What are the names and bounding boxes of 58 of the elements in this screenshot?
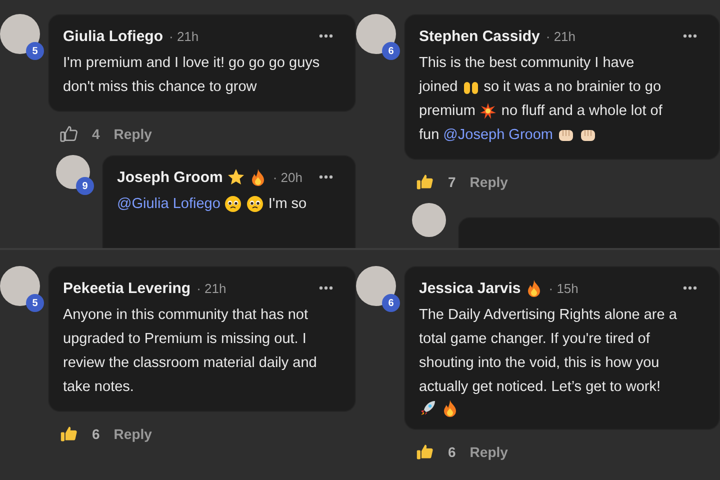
thumbs-up-icon[interactable] [416, 173, 434, 191]
pleading-face-icon [224, 195, 242, 213]
comment-text: take notes. [63, 378, 134, 397]
comment-text: upgraded to Premium is missing out. I [63, 330, 306, 349]
star-icon [226, 168, 245, 186]
comment-text: I'm so [268, 195, 307, 214]
timestamp: · 20h [272, 170, 302, 184]
comment-text: so it was a no brainier to go [484, 78, 662, 97]
author-name[interactable]: Pekeetia Levering [63, 280, 191, 296]
timestamp: · 21h [196, 280, 226, 296]
mention-link[interactable]: @Giulia Lofiego [117, 192, 220, 216]
thumbs-up-icon[interactable] [60, 425, 78, 443]
comment-text: Anyone in this community that has not [63, 306, 308, 325]
thumbs-up-icon[interactable] [416, 443, 434, 461]
like-count: 6 [448, 444, 456, 460]
like-count: 6 [92, 426, 100, 442]
comment-text: The Daily Advertising Rights alone are a [419, 306, 677, 325]
fire-icon [441, 399, 459, 417]
pleading-face-icon [246, 195, 264, 213]
comment-text: joined [419, 78, 458, 97]
comment-text: no fluff and a whole lot of [501, 102, 662, 121]
avatar-photo[interactable] [356, 266, 396, 306]
avatar-photo[interactable] [356, 14, 396, 54]
timestamp: · 15h [548, 280, 578, 296]
author-name[interactable]: Stephen Cassidy [419, 28, 540, 44]
comment-text: total game changer. If you're tired of [419, 330, 650, 349]
like-count: 7 [448, 174, 456, 190]
like-count: 4 [92, 126, 100, 142]
rocket-icon [419, 399, 437, 417]
timestamp: · 21h [546, 28, 576, 44]
mention-link[interactable]: @Joseph Groom [443, 123, 553, 147]
reply-link[interactable]: Reply [114, 426, 152, 442]
author-name[interactable]: Giulia Lofiego [63, 28, 163, 44]
level-badge: 9 [76, 177, 94, 195]
comment-text: don't miss this chance to grow [63, 78, 257, 97]
comment-text: review the classroom material daily and [63, 354, 317, 373]
level-badge: 5 [26, 42, 44, 60]
comment-text: premium [419, 102, 476, 121]
thumbs-up-icon[interactable] [60, 125, 78, 143]
comment-text: This is the best community I have [419, 54, 634, 73]
comment-text: I'm premium and I love it! go go go guys [63, 54, 320, 73]
level-badge: 5 [26, 294, 44, 312]
author-name[interactable]: Jessica Jarvis [419, 280, 521, 296]
level-badge: 6 [382, 294, 400, 312]
comment-text: shouting into the void, this is how you [419, 354, 660, 373]
author-name[interactable]: Joseph Groom [117, 168, 223, 186]
level-badge: 6 [382, 42, 400, 60]
avatar-photo[interactable] [412, 203, 446, 237]
comment-text: fun [419, 126, 440, 145]
timestamp: · 21h [169, 28, 199, 44]
avatar-photo[interactable] [0, 266, 40, 306]
reply-link[interactable]: Reply [114, 126, 152, 142]
comment-text: actually get noticed. Let’s get to work! [419, 378, 661, 397]
reply-link[interactable]: Reply [470, 444, 508, 460]
avatar-photo[interactable] [0, 14, 40, 54]
reply-link[interactable]: Reply [470, 174, 508, 190]
collision-icon [479, 102, 498, 120]
avatar-photo[interactable] [56, 155, 90, 189]
